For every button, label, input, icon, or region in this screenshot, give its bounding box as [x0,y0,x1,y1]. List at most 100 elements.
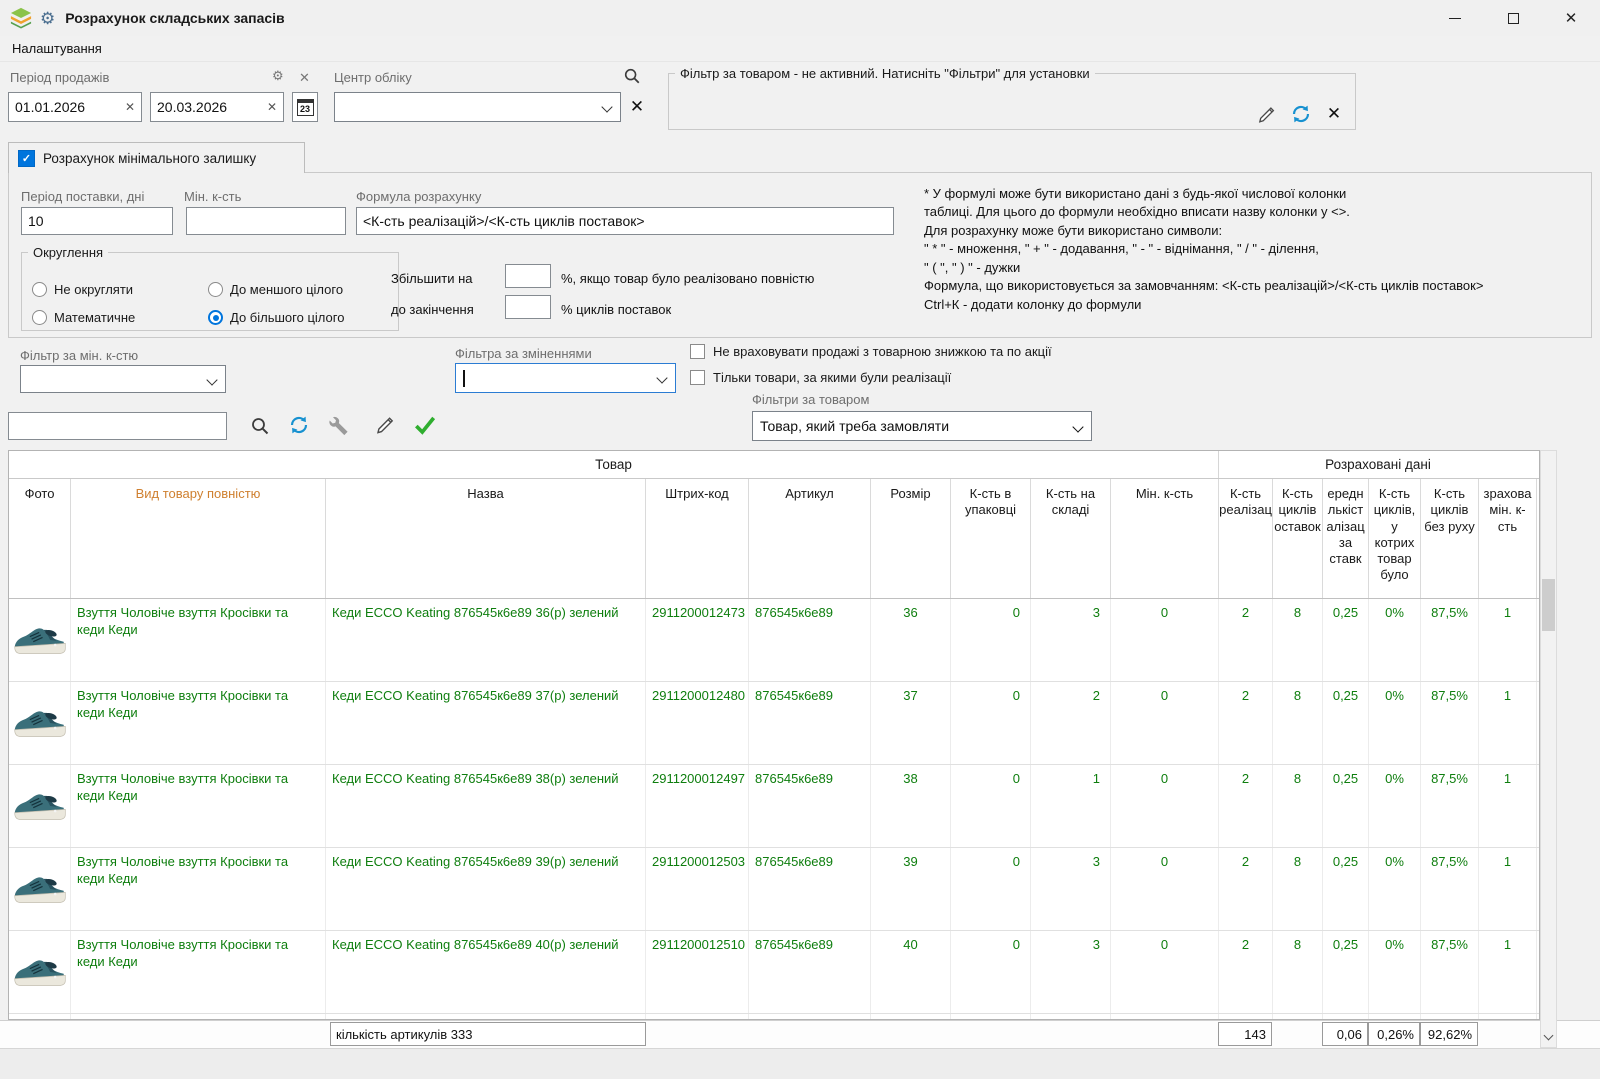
product-photo [9,1014,71,1019]
cell-name: Кеди ECCO Keating 876545к6е89 40(р) зеле… [326,931,646,1013]
cell-calc-min: 1 [1479,931,1537,1013]
cell-article: 876545к6е89 [749,1014,871,1019]
radio-selected-icon [208,310,223,325]
date-from-clear-icon[interactable]: ✕ [125,100,135,114]
cell-stock-qty: 2 [1031,682,1111,764]
col-header-article[interactable]: Артикул [749,479,871,598]
tab-checkbox[interactable]: ✓ [18,150,35,167]
cell-size: 38 [871,765,951,847]
checkbox-icon [690,344,705,359]
changes-filter-combo[interactable] [455,363,676,393]
col-header-supply-cycles[interactable]: К-сть циклів оставок [1273,479,1323,598]
maximize-button[interactable] [1484,0,1542,36]
table-row[interactable]: Взуття Чоловіче взуття Кросівки та кеди … [9,931,1539,1014]
cell-supply-cycles: 8 [1273,931,1323,1013]
col-header-avg-sales[interactable]: ередн лькіст алізац за ставк [1323,479,1369,598]
radio-no-rounding[interactable]: Не округляти [32,282,133,297]
menu-settings[interactable]: Налаштування [0,41,114,56]
period-clear-icon[interactable]: ✕ [299,71,310,84]
increase-input[interactable] [505,264,551,288]
cell-supply-cycles: 8 [1273,682,1323,764]
wrench-icon[interactable] [328,414,350,436]
table-row[interactable]: Взуття Чоловіче взуття Кросівки та кеди … [9,848,1539,931]
scrollbar-thumb[interactable] [1542,579,1555,631]
cell-stock-qty: 3 [1031,599,1111,681]
close-filter-icon[interactable]: ✕ [1323,103,1345,125]
center-clear-button[interactable]: ✕ [624,92,650,122]
vertical-scrollbar[interactable] [1540,450,1557,1048]
table-row[interactable]: Взуття Чоловіче взуття Кросівки та кеди … [9,682,1539,765]
period-gear-icon[interactable]: ⚙ [272,69,284,82]
col-header-sales-qty[interactable]: К-сть реалізац [1219,479,1273,598]
checkbox-only-sold[interactable]: Тільки товари, за якими були реалізації [690,370,951,385]
table-search-icon[interactable] [250,416,270,436]
cell-type: Взуття Чоловіче взуття Кросівки та кеди … [71,682,326,764]
formula-input[interactable] [356,207,894,235]
cell-cycles-with-product: 0% [1369,599,1421,681]
col-header-cycles-with-product[interactable]: К-сть циклів, у котрих товар було [1369,479,1421,598]
supply-period-input[interactable] [21,207,173,235]
checkbox-no-discount[interactable]: Не враховувати продажі з товарною знижко… [690,344,1052,359]
table-refresh-icon[interactable] [288,414,310,436]
col-header-name[interactable]: Назва [326,479,646,598]
radio-mathematical[interactable]: Математичне [32,310,135,325]
col-header-pack-qty[interactable]: К-сть в упаковці [951,479,1031,598]
radio-round-up[interactable]: До більшого цілого [208,310,344,325]
table-row[interactable]: Взуття Чоловіче взуття Кросівки та кеди … [9,1014,1539,1019]
product-filters-combo[interactable]: Товар, який треба замовляти [752,411,1092,441]
cell-barcode: 2911200012473 [646,599,749,681]
tab-label: Розрахунок мінімального залишку [43,151,256,166]
date-to-input[interactable]: 20.03.2026 ✕ [150,92,284,122]
col-header-barcode[interactable]: Штрих-код [646,479,749,598]
table-row[interactable]: Взуття Чоловіче взуття Кросівки та кеди … [9,599,1539,682]
chevron-down-icon [601,101,612,112]
cell-min-qty: 0 [1111,1014,1219,1019]
quick-search-input[interactable] [8,412,227,440]
col-header-cycles-no-movement[interactable]: К-сть циклів без руху [1421,479,1479,598]
product-photo [9,931,71,1013]
cell-name: Кеди ECCO Keating 876545к6е89 37(р) зеле… [326,682,646,764]
horizontal-scrollbar[interactable] [0,1048,1600,1079]
date-from-input[interactable]: 01.01.2026 ✕ [8,92,142,122]
cell-stock-qty: 1 [1031,765,1111,847]
min-qty-filter-combo[interactable] [20,365,226,393]
cell-stock-qty: 3 [1031,848,1111,930]
cell-article: 876545к6е89 [749,682,871,764]
edit-pencil-icon[interactable] [374,414,396,436]
product-filter-fieldset: Фільтр за товаром - не активний. Натисні… [668,66,1356,130]
col-header-size[interactable]: Розмір [871,479,951,598]
radio-label: Математичне [54,310,135,325]
radio-icon [208,282,223,297]
radio-round-down[interactable]: До меншого цілого [208,282,343,297]
col-header-min-qty[interactable]: Мін. к-сть [1111,479,1219,598]
cell-cycles-with-product: 0% [1369,848,1421,930]
tab-min-stock[interactable]: ✓ Розрахунок мінімального залишку [8,142,305,173]
col-header-stock-qty[interactable]: К-сть на складі [1031,479,1111,598]
scroll-down-button[interactable] [1541,1029,1556,1045]
search-icon[interactable] [622,66,642,86]
deadline-label: до закінчення [391,302,474,317]
cell-type: Взуття Чоловіче взуття Кросівки та кеди … [71,765,326,847]
deadline-input[interactable] [505,295,551,319]
col-header-calc-min[interactable]: зрахова мін. к-сть [1479,479,1537,598]
rounding-label: Округлення [28,245,108,260]
date-to-clear-icon[interactable]: ✕ [267,100,277,114]
table-row[interactable]: Взуття Чоловіче взуття Кросівки та кеди … [9,765,1539,848]
calc-panel: Період поставки, дні Мін. к-сть Формула … [8,172,1592,338]
cell-min-qty: 0 [1111,682,1219,764]
cell-barcode: 2911200012503 [646,848,749,930]
cell-article: 876545к6е89 [749,848,871,930]
cell-min-qty: 0 [1111,931,1219,1013]
cell-sales-qty: 2 [1219,848,1273,930]
col-header-type[interactable]: Вид товару повністю [71,479,326,598]
min-qty-input[interactable] [186,207,346,235]
calendar-button[interactable]: 23 [292,92,318,122]
apply-check-icon[interactable] [412,412,438,438]
refresh-icon[interactable] [1289,102,1313,126]
close-button[interactable]: ✕ [1542,0,1600,36]
cell-cycles-no-movement: 87,5% [1421,1014,1479,1019]
edit-filter-pencil-icon[interactable] [1255,103,1277,125]
center-combo[interactable] [334,92,621,122]
minimize-button[interactable] [1426,0,1484,36]
col-header-photo[interactable]: Фото [9,479,71,598]
